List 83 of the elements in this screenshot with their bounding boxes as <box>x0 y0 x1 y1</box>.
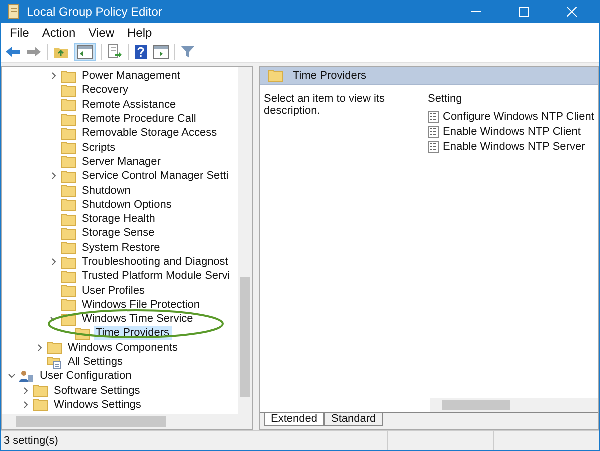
folder-icon <box>61 226 76 240</box>
tree-item[interactable]: Remote Assistance <box>80 98 178 112</box>
close-icon[interactable] <box>567 7 577 17</box>
help-icon[interactable] <box>134 44 148 60</box>
folder-icon <box>61 126 76 140</box>
policy-setting-icon <box>428 126 439 138</box>
tree-item[interactable]: Windows Time Service <box>80 312 196 326</box>
maximize-icon[interactable] <box>519 7 529 17</box>
show-tree-button[interactable] <box>74 43 96 61</box>
window-title: Local Group Policy Editor <box>27 5 162 19</box>
menu-item[interactable]: View <box>84 24 120 40</box>
filter-icon[interactable] <box>180 44 196 60</box>
policy-setting[interactable]: Enable Windows NTP Client <box>443 126 581 138</box>
folder-icon <box>61 298 76 312</box>
horizontal-scrollbar[interactable] <box>2 414 252 429</box>
expand-chevron-icon[interactable] <box>36 344 44 352</box>
tree-item[interactable]: User Profiles <box>80 284 147 298</box>
expand-chevron-icon[interactable] <box>22 386 30 395</box>
folder-icon <box>61 212 76 226</box>
tree-item[interactable]: Software Settings <box>52 384 142 398</box>
tree-item[interactable]: Power Management <box>80 69 182 84</box>
expand-chevron-icon[interactable] <box>50 72 58 80</box>
expand-chevron-icon[interactable] <box>50 172 58 180</box>
tree-item[interactable]: Trusted Platform Module Servi <box>80 269 232 284</box>
view-tab[interactable]: Standard <box>324 413 384 426</box>
tree-item[interactable]: Windows File Protection <box>80 298 202 312</box>
policy-setting[interactable]: Configure Windows NTP Client <box>443 110 594 122</box>
tree-item[interactable]: Shutdown <box>80 184 133 198</box>
expand-chevron-icon[interactable] <box>50 258 58 266</box>
tree-item[interactable]: Remote Procedure Call <box>80 112 198 126</box>
folder-icon <box>61 170 76 183</box>
tree-item[interactable]: Removable Storage Access <box>80 126 220 140</box>
action-pane-icon[interactable] <box>153 45 169 59</box>
settings-list-icon <box>47 356 62 369</box>
folder-icon <box>61 184 76 198</box>
folder-icon <box>61 155 76 168</box>
back-arrow-icon[interactable] <box>5 44 21 60</box>
tree-item[interactable]: Windows Components <box>66 340 180 355</box>
expand-chevron-icon[interactable] <box>22 400 30 409</box>
tree-item[interactable]: Storage Sense <box>80 226 157 240</box>
tree-item[interactable]: Troubleshooting and Diagnost <box>80 255 230 269</box>
folder-icon <box>61 84 76 97</box>
folder-icon <box>61 241 76 254</box>
tree-item[interactable]: Scripts <box>80 140 118 155</box>
folder-icon <box>61 112 76 126</box>
tree-item[interactable]: Windows Settings <box>52 398 144 412</box>
tree-item[interactable]: Server Manager <box>80 154 163 169</box>
policy-setting-icon <box>428 110 439 122</box>
policy-setting[interactable]: Enable Windows NTP Server <box>443 140 586 152</box>
column-header[interactable]: Setting <box>428 93 594 105</box>
tree-item[interactable]: Recovery <box>80 83 130 98</box>
tree-item[interactable]: Service Control Manager Setti <box>80 169 231 184</box>
folder-icon <box>61 141 76 154</box>
description-text: Select an item to view its description. <box>263 93 386 119</box>
folder-icon <box>61 70 76 83</box>
horizontal-scrollbar[interactable] <box>430 398 598 412</box>
folder-icon <box>61 270 76 283</box>
folder-icon <box>61 198 76 212</box>
folder-icon <box>61 284 76 298</box>
status-text: 3 setting(s) <box>3 434 60 446</box>
folder-icon <box>268 69 283 82</box>
vertical-scrollbar[interactable] <box>238 67 252 414</box>
folder-icon <box>33 398 48 412</box>
menu-item[interactable]: Help <box>122 24 158 40</box>
folder-icon <box>61 256 76 268</box>
details-title: Time Providers <box>293 70 367 82</box>
tree-item[interactable]: All Settings <box>66 355 126 370</box>
collapse-chevron-icon[interactable] <box>50 315 58 324</box>
policy-setting-icon <box>428 140 439 152</box>
view-tab[interactable]: Extended <box>264 413 324 426</box>
tree-item[interactable]: Storage Health <box>80 212 158 226</box>
menu-item[interactable]: Action <box>37 24 81 40</box>
menu-item[interactable]: File <box>5 24 34 40</box>
scroll-icon <box>7 4 21 20</box>
tree-item[interactable]: System Restore <box>80 240 162 255</box>
collapse-chevron-icon[interactable] <box>8 372 16 380</box>
tree-item[interactable]: Shutdown Options <box>80 198 174 212</box>
folder-icon <box>47 341 62 354</box>
users-icon <box>19 370 34 383</box>
folder-icon <box>61 98 76 112</box>
folder-icon <box>33 384 48 398</box>
export-list-icon[interactable] <box>107 44 123 60</box>
tree-item[interactable]: User Configuration <box>38 369 134 384</box>
